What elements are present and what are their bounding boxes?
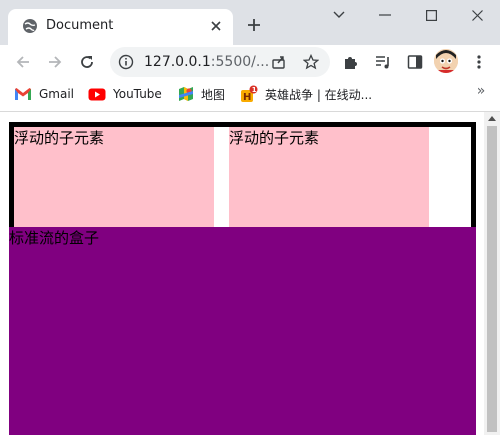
bookmark-label: Gmail xyxy=(39,87,75,101)
minimize-button[interactable] xyxy=(362,0,408,30)
page-viewport: 浮动的子元素 浮动的子元素 标准流的盒子 xyxy=(0,112,500,435)
tab-close-icon[interactable] xyxy=(207,17,225,35)
playlist-icon xyxy=(376,56,389,69)
game-icon: H 1 xyxy=(241,85,258,103)
extensions-button[interactable] xyxy=(338,49,364,75)
browser-toolbar: 127.0.0.1:5500/... xyxy=(0,45,500,78)
url-path: :5500/... xyxy=(210,54,270,70)
media-controls-button[interactable] xyxy=(370,49,396,75)
arrow-left-icon xyxy=(16,56,29,68)
new-tab-button[interactable] xyxy=(243,14,265,36)
site-info-icon[interactable] xyxy=(118,54,134,70)
bookmarks-bar: Gmail YouTube 地图 H 1 英雄战争 | 在线动... » xyxy=(0,78,500,112)
forward-button[interactable] xyxy=(42,49,68,75)
svg-text:H: H xyxy=(243,92,251,103)
float-child-box-2: 浮动的子元素 xyxy=(229,127,429,227)
bookmark-maps[interactable]: 地图 xyxy=(178,85,225,103)
more-vert-icon xyxy=(477,55,481,69)
scroll-up-arrow-icon[interactable] xyxy=(488,116,496,121)
menu-button[interactable] xyxy=(466,49,492,75)
arrow-right-icon xyxy=(49,56,62,68)
url-text[interactable]: 127.0.0.1:5500/... xyxy=(144,53,269,71)
address-bar[interactable]: 127.0.0.1:5500/... xyxy=(110,47,330,77)
bookmark-star-button[interactable] xyxy=(298,49,324,75)
bookmark-game[interactable]: H 1 英雄战争 | 在线动... xyxy=(240,85,372,103)
maximize-button[interactable] xyxy=(408,0,454,30)
side-panel-icon xyxy=(407,55,423,69)
float-child-box-1: 浮动的子元素 xyxy=(14,127,214,227)
bookmark-label: 英雄战争 | 在线动... xyxy=(265,87,373,102)
gmail-icon xyxy=(15,88,31,100)
close-icon xyxy=(471,9,483,21)
bookmark-youtube[interactable]: YouTube xyxy=(88,85,162,103)
globe-icon xyxy=(22,18,38,34)
bookmark-label: 地图 xyxy=(201,87,226,102)
share-button[interactable] xyxy=(266,49,292,75)
standard-flow-box: 标准流的盒子 xyxy=(9,227,476,435)
maps-icon xyxy=(179,87,193,101)
scroll-thumb[interactable] xyxy=(487,126,497,432)
share-icon xyxy=(272,56,285,69)
chevron-down-icon xyxy=(333,11,345,18)
avatar-icon xyxy=(434,49,458,73)
plus-icon xyxy=(248,19,260,31)
browser-tab[interactable]: Document xyxy=(8,9,233,45)
url-host: 127.0.0.1 xyxy=(144,54,211,70)
profile-avatar[interactable] xyxy=(434,49,458,73)
star-icon xyxy=(303,54,319,70)
bookmark-gmail[interactable]: Gmail xyxy=(14,85,74,103)
bookmark-label: YouTube xyxy=(113,87,162,101)
tab-search-button[interactable] xyxy=(316,0,362,30)
reload-button[interactable] xyxy=(74,49,100,75)
youtube-icon xyxy=(88,88,106,100)
minimize-icon xyxy=(379,14,391,16)
float-parent-box: 浮动的子元素 浮动的子元素 xyxy=(9,122,476,232)
back-button[interactable] xyxy=(10,49,36,75)
tab-title: Document xyxy=(46,18,114,33)
bookmarks-overflow-button[interactable]: » xyxy=(472,83,490,103)
maximize-icon xyxy=(425,9,437,21)
svg-text:1: 1 xyxy=(252,86,257,94)
vertical-scrollbar[interactable] xyxy=(484,112,500,435)
tab-strip: Document xyxy=(0,0,500,45)
reload-icon xyxy=(81,56,93,68)
side-panel-button[interactable] xyxy=(402,49,428,75)
puzzle-icon xyxy=(345,57,357,69)
window-close-button[interactable] xyxy=(454,0,500,30)
